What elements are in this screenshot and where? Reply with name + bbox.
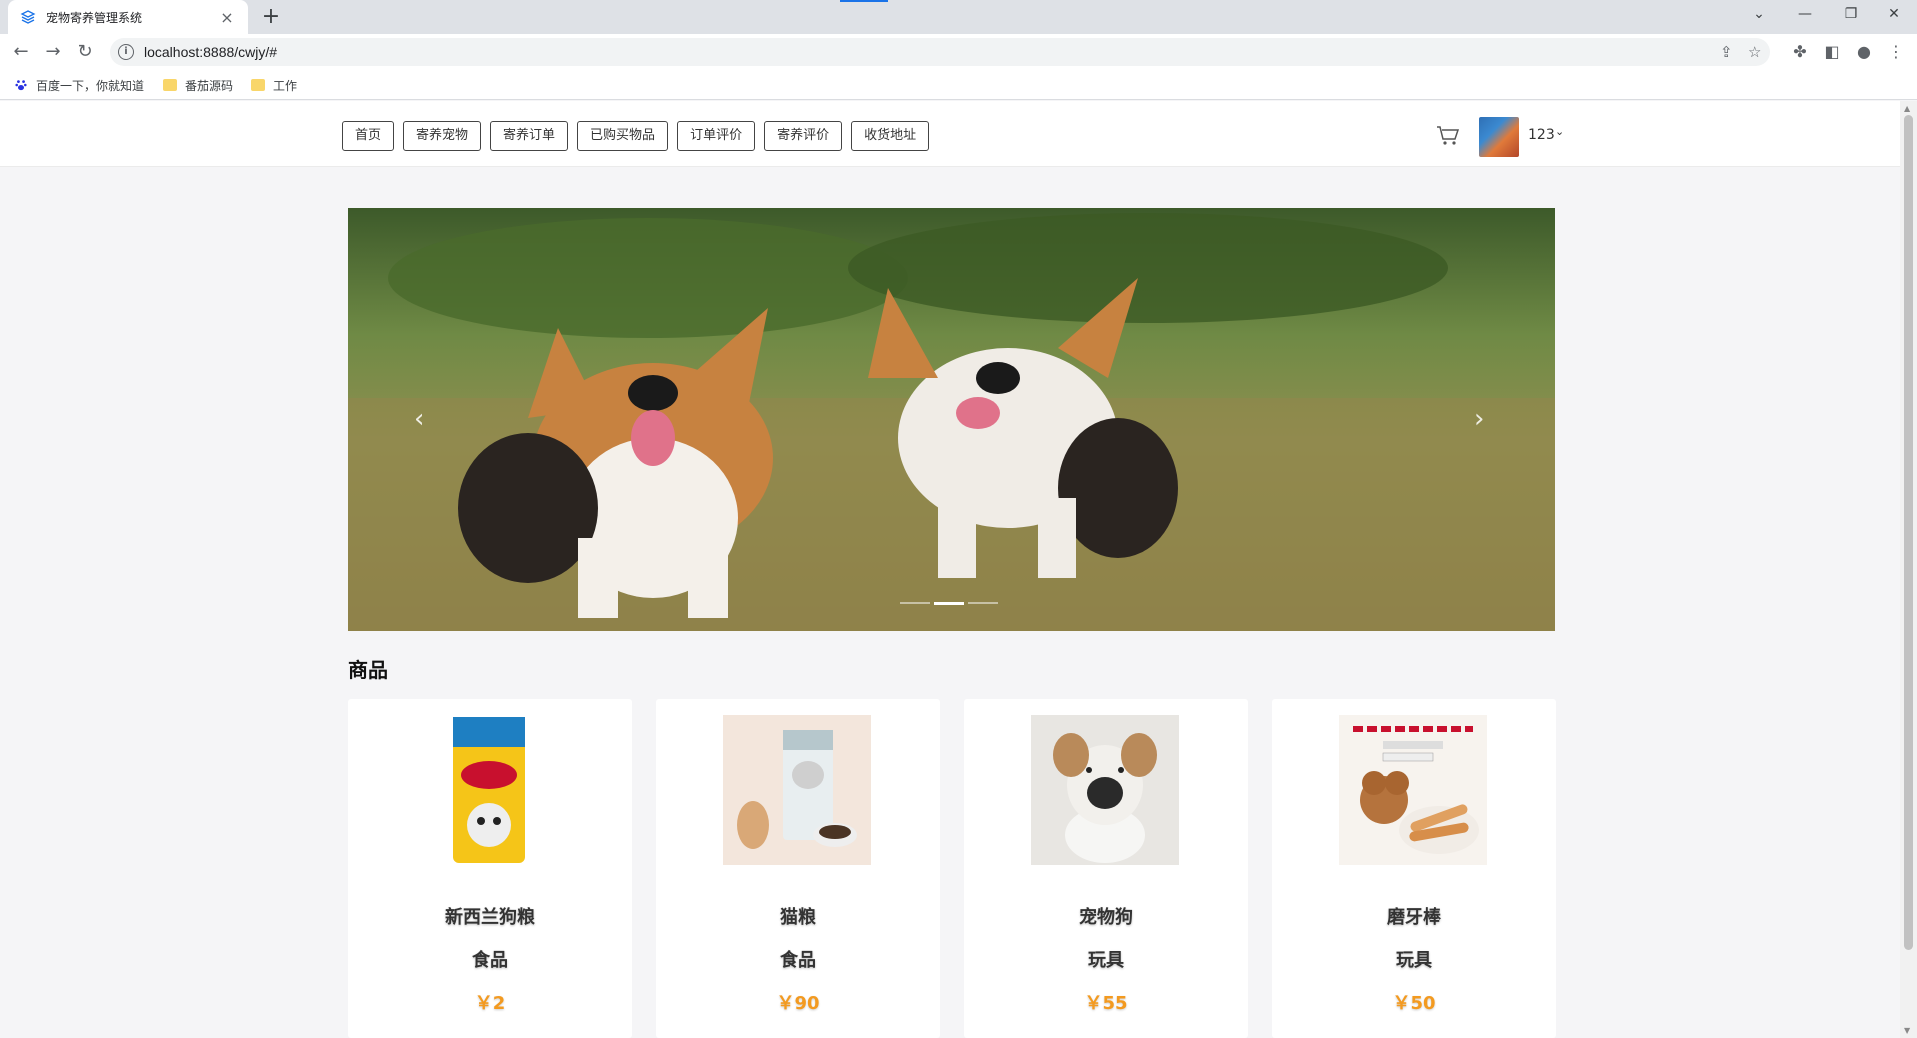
menu-item-boarding-pets[interactable]: 寄养宠物 <box>403 121 482 151</box>
menu-item-boarding-reviews[interactable]: 寄养评价 <box>764 121 843 151</box>
page-viewport: 首页 寄养宠物 寄养订单 已购买物品 订单评价 寄养评价 收货地址 123 ⌄ <box>0 101 1900 1038</box>
bookmark-star-icon[interactable]: ☆ <box>1748 38 1761 66</box>
tab-search-icon[interactable]: ⌄ <box>1736 0 1782 30</box>
bookmarks-bar: 百度一下，你就知道 番茄源码 工作 <box>0 70 1917 100</box>
menu-icon[interactable]: ⋮ <box>1882 38 1910 66</box>
address-bar[interactable]: i localhost:8888/cwjy/# ⇪ ☆ <box>110 38 1770 66</box>
restore-button[interactable]: ❐ <box>1828 0 1874 30</box>
cart-icon[interactable] <box>1436 125 1460 147</box>
product-card[interactable]: 猫粮 食品 ￥90 <box>656 699 940 1038</box>
product-name: 宠物狗 <box>1079 907 1133 928</box>
back-button[interactable]: ← <box>7 38 35 66</box>
minimize-button[interactable]: — <box>1782 0 1828 30</box>
product-category: 食品 <box>780 950 816 971</box>
bookmark-work[interactable]: 工作 <box>251 76 297 94</box>
product-card[interactable]: 磨牙棒 玩具 ￥50 <box>1272 699 1556 1038</box>
menu-item-home[interactable]: 首页 <box>342 121 395 151</box>
scroll-up-icon[interactable]: ▲ <box>1904 104 1910 113</box>
bookmark-label: 工作 <box>273 78 298 93</box>
profile-icon[interactable]: ● <box>1850 38 1878 66</box>
product-name: 磨牙棒 <box>1387 907 1441 928</box>
main-menu: 首页 寄养宠物 寄养订单 已购买物品 订单评价 寄养评价 收货地址 <box>342 121 938 151</box>
bookmark-label: 百度一下，你就知道 <box>36 78 145 93</box>
tab-title: 宠物寄养管理系统 <box>46 10 143 25</box>
product-price: ￥2 <box>474 993 506 1014</box>
tab-indicator <box>840 0 888 2</box>
product-card[interactable]: 宠物狗 玩具 ￥55 <box>964 699 1248 1038</box>
menu-item-order-reviews[interactable]: 订单评价 <box>677 121 756 151</box>
toy-dog-image <box>1031 715 1179 865</box>
menu-item-purchased-items[interactable]: 已购买物品 <box>577 121 669 151</box>
user-name[interactable]: 123 <box>1528 127 1555 143</box>
product-price: ￥55 <box>1084 993 1128 1014</box>
product-price: ￥50 <box>1392 993 1436 1014</box>
product-category: 玩具 <box>1088 950 1124 971</box>
bookmark-fanqie[interactable]: 番茄源码 <box>163 76 233 94</box>
product-card[interactable]: 新西兰狗粮 食品 ￥2 <box>348 699 632 1038</box>
carousel-prev-icon[interactable]: ‹ <box>414 404 424 434</box>
chew-stick-image <box>1339 715 1487 865</box>
product-category: 玩具 <box>1396 950 1432 971</box>
browser-toolbar: ← → ↻ i localhost:8888/cwjy/# ⇪ ☆ ✤ ◧ ● … <box>0 34 1917 70</box>
product-name: 新西兰狗粮 <box>445 907 535 928</box>
site-header: 首页 寄养宠物 寄养订单 已购买物品 订单评价 寄养评价 收货地址 123 ⌄ <box>0 101 1900 167</box>
carousel-dot-1[interactable] <box>900 602 930 604</box>
extensions-icon[interactable]: ✤ <box>1786 38 1814 66</box>
browser-tab[interactable]: 宠物寄养管理系统 × <box>8 0 248 34</box>
bookmark-label: 番茄源码 <box>185 78 234 93</box>
carousel-dot-2[interactable] <box>934 602 964 605</box>
chevron-down-icon[interactable]: ⌄ <box>1555 125 1564 138</box>
scrollbar-thumb[interactable] <box>1904 115 1913 950</box>
share-icon[interactable]: ⇪ <box>1720 38 1733 66</box>
new-tab-button[interactable]: + <box>258 4 284 30</box>
browser-tab-strip: 宠物寄养管理系统 × + ⌄ — ❐ ✕ <box>0 0 1917 34</box>
close-tab-icon[interactable]: × <box>218 8 236 27</box>
layers-icon <box>20 10 36 24</box>
info-icon[interactable]: i <box>118 44 134 60</box>
dog-food-image <box>415 715 563 865</box>
banner-carousel: ‹ › <box>348 208 1555 631</box>
cat-food-image <box>723 715 871 865</box>
product-category: 食品 <box>472 950 508 971</box>
folder-icon <box>163 79 177 91</box>
carousel-next-icon[interactable]: › <box>1474 404 1484 434</box>
baidu-icon <box>15 80 27 91</box>
section-title: 商品 <box>348 658 388 682</box>
carousel-indicators <box>900 602 1002 605</box>
folder-icon <box>251 79 265 91</box>
url-text[interactable]: localhost:8888/cwjy/# <box>144 44 277 60</box>
page-scrollbar[interactable]: ▲ ▼ <box>1900 101 1917 1038</box>
close-window-button[interactable]: ✕ <box>1871 0 1917 30</box>
scroll-down-icon[interactable]: ▼ <box>1904 1026 1910 1035</box>
user-avatar[interactable] <box>1479 117 1519 157</box>
bookmark-baidu[interactable]: 百度一下，你就知道 <box>14 76 144 94</box>
forward-button[interactable]: → <box>39 38 67 66</box>
menu-item-shipping-address[interactable]: 收货地址 <box>851 121 930 151</box>
menu-item-boarding-orders[interactable]: 寄养订单 <box>490 121 569 151</box>
product-price: ￥90 <box>776 993 820 1014</box>
corgi-banner-image <box>348 208 1555 631</box>
carousel-dot-3[interactable] <box>968 602 998 604</box>
product-list: 新西兰狗粮 食品 ￥2 猫粮 食品 ￥90 宠物狗 玩具 ￥55 磨牙棒 玩具 … <box>348 699 1556 1038</box>
reload-button[interactable]: ↻ <box>71 38 99 66</box>
product-name: 猫粮 <box>780 907 816 928</box>
side-panel-icon[interactable]: ◧ <box>1818 38 1846 66</box>
